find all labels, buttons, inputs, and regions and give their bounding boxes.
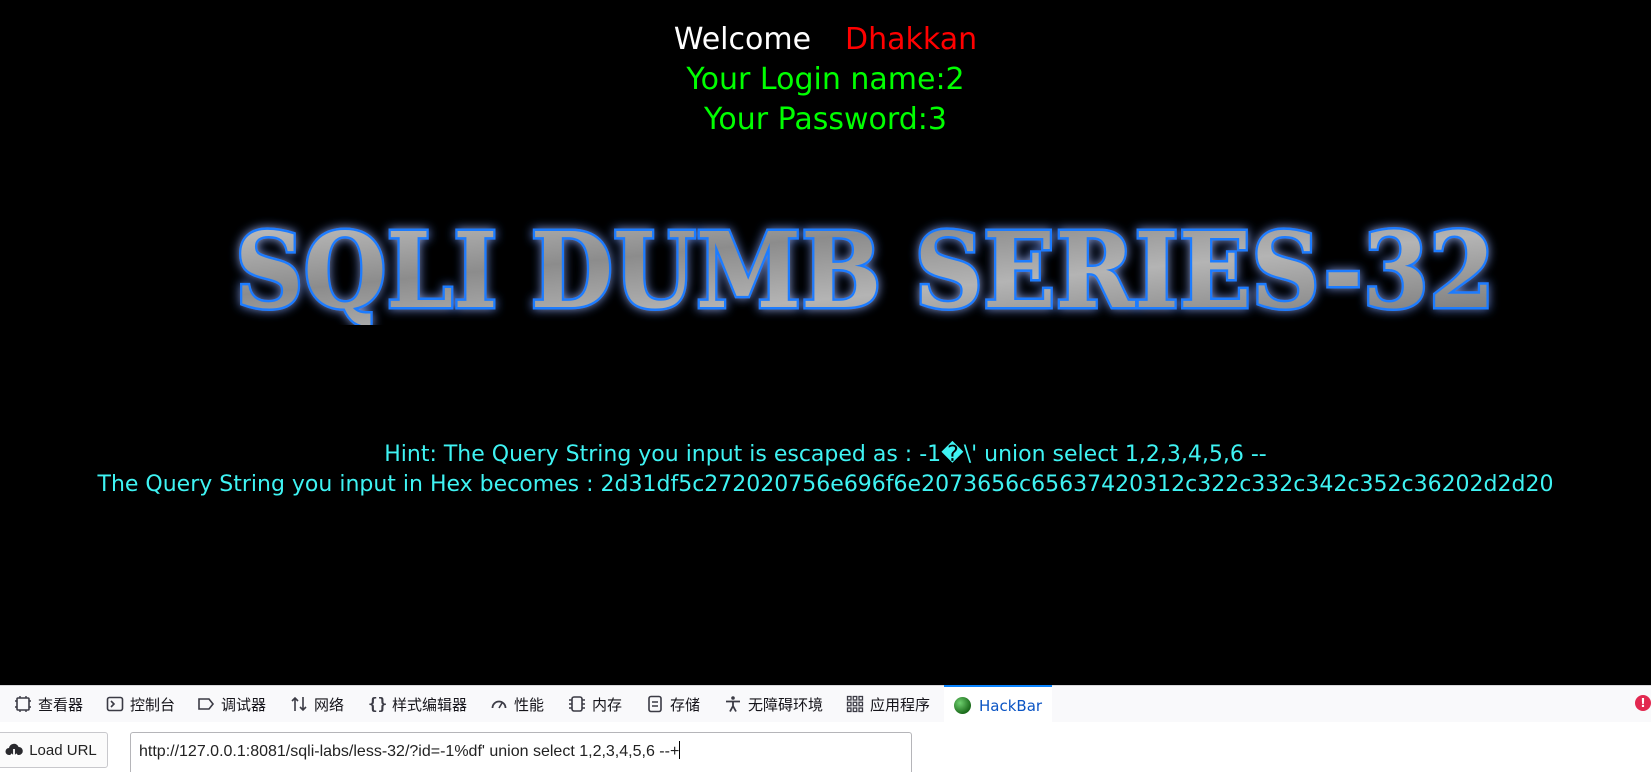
hint-hex-line: The Query String you input in Hex become… [97,472,1554,497]
tab-style-editor[interactable]: {} 样式编辑器 [368,686,467,722]
tab-performance[interactable]: 性能 [490,686,544,722]
console-icon [106,695,124,713]
page-content: Welcome Dhakkan Your Login name:2 Your Pa… [0,0,1651,685]
application-icon [846,695,864,713]
load-url-label: Load URL [29,741,97,759]
tab-label: 样式编辑器 [392,695,468,714]
tab-debugger[interactable]: 调试器 [197,686,266,722]
tab-console[interactable]: 控制台 [106,686,175,722]
url-input-value: http://127.0.0.1:8081/sqli-labs/less-32/… [139,743,680,760]
user-name: Dhakkan [845,22,978,57]
error-indicator-icon[interactable]: ! [1635,695,1651,711]
password-line: Your Password:3 [704,102,947,137]
text-caret [679,741,681,759]
tab-label: 存储 [670,695,701,714]
devtools-tabbar: 查看器 控制台 调试器 网络 {} 样式编辑器 性能 内存 存储 无障碍环境 应… [0,685,1651,724]
network-icon [290,695,308,713]
storage-icon [646,695,664,713]
memory-icon [568,695,586,713]
url-input[interactable]: http://127.0.0.1:8081/sqli-labs/less-32/… [130,732,912,772]
tab-label: 无障碍环境 [748,695,824,714]
tab-label: 性能 [514,695,545,714]
load-url-button[interactable]: Load URL [0,732,108,768]
hackbar-body: Load URL http://127.0.0.1:8081/sqli-labs… [0,722,1651,784]
tab-application[interactable]: 应用程序 [846,686,930,722]
banner-text: SQLI DUMB SERIES-32 [235,215,1495,325]
tab-inspector[interactable]: 查看器 [14,686,83,722]
tab-label: 控制台 [130,695,176,714]
hint-escaped-line: Hint: The Query String you input is esca… [384,442,1267,467]
tab-label: 网络 [314,695,345,714]
tab-network[interactable]: 网络 [290,686,344,722]
welcome-line: Welcome Dhakkan [0,20,1651,60]
style-editor-icon: {} [368,694,388,713]
welcome-label: Welcome [673,22,812,57]
hackbar-icon [954,697,971,714]
tab-label: HackBar [979,696,1043,715]
tab-accessibility[interactable]: 无障碍环境 [724,686,823,722]
tab-label: 应用程序 [870,695,931,714]
login-name-line: Your Login name:2 [686,62,965,97]
debugger-icon [197,695,215,713]
tab-hackbar[interactable]: HackBar [944,685,1053,724]
performance-icon [490,695,508,713]
sqli-banner-logo: SQLI DUMB SERIES-32 [233,215,1498,325]
tab-label: 调试器 [221,695,267,714]
tab-storage[interactable]: 存储 [646,686,700,722]
tab-memory[interactable]: 内存 [568,686,622,722]
tab-label: 查看器 [38,695,84,714]
accessibility-icon [724,695,742,713]
tab-label: 内存 [592,695,623,714]
devtools-panel: 查看器 控制台 调试器 网络 {} 样式编辑器 性能 内存 存储 无障碍环境 应… [0,685,1651,784]
cloud-download-icon [5,741,24,759]
inspector-icon [14,695,32,713]
